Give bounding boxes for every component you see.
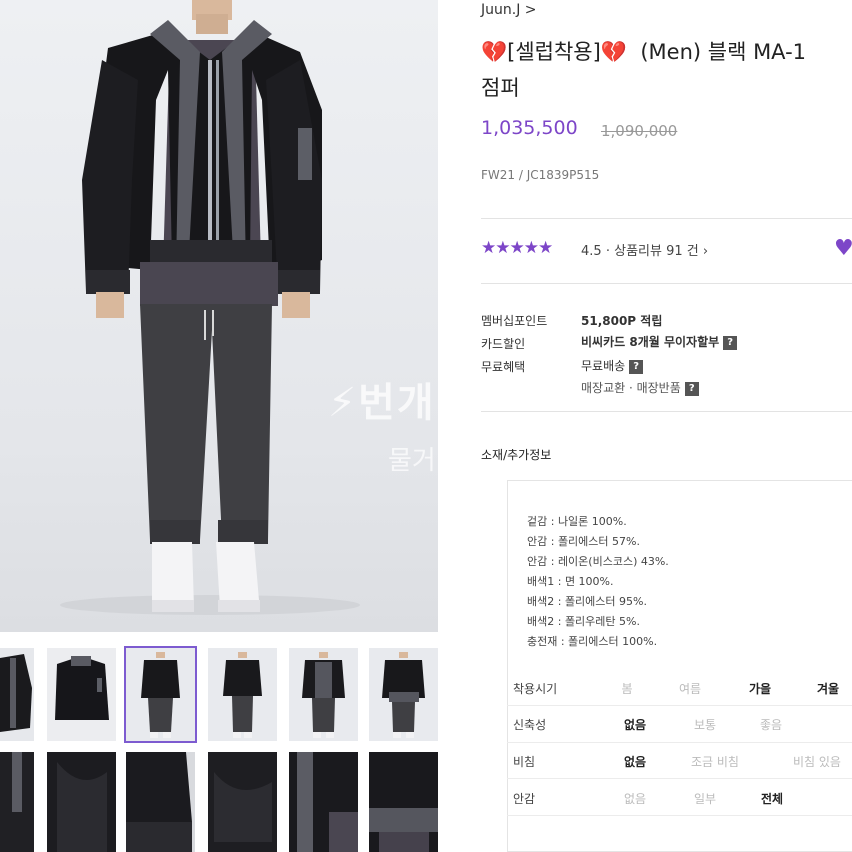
sheerness-option: 조금 비침 [691, 755, 739, 769]
membership-points-value: 51,800P 적립 [581, 314, 663, 328]
thumbnail-10[interactable] [208, 752, 277, 852]
thumbnail-image [208, 752, 277, 852]
review-count: 91 건 › [666, 244, 709, 259]
sale-price: 1,035,500 [481, 117, 578, 139]
lining-option: 없음 [623, 792, 647, 806]
sheerness-label: 비침 [513, 755, 536, 769]
sheerness-option: 비침 있음 [793, 755, 841, 769]
thumbnail-11[interactable] [289, 752, 358, 852]
card-discount-text: 비씨카드 8개월 무이자할부 [581, 335, 720, 349]
title-text: (Men) 블랙 MA-1 [640, 40, 807, 64]
thumbnail-image [369, 752, 438, 852]
thumbnail-image [289, 648, 358, 741]
review-label: 상품리뷰 [614, 244, 662, 259]
broken-heart-icon: 💔 [481, 40, 508, 64]
help-icon[interactable]: ? [723, 335, 738, 350]
divider [507, 742, 852, 743]
thumbnail-image [126, 648, 195, 741]
thumbnail-9[interactable] [126, 752, 195, 852]
thumbnail-3-selected[interactable] [124, 646, 197, 743]
season-option-selected: 가을 [748, 682, 772, 696]
lining-option: 일부 [693, 792, 717, 806]
product-info-panel: Juun.J > 💔[셀럽착용]💔 (Men) 블랙 MA-1 점퍼 1,035… [462, 0, 852, 852]
stretch-label: 신축성 [513, 718, 547, 732]
product-code: FW21 / JC1839P515 [481, 168, 600, 182]
thumbnail-12[interactable] [369, 752, 438, 852]
broken-heart-icon: 💔 [600, 40, 627, 64]
sheerness-option-selected: 없음 [623, 755, 647, 769]
free-benefit-label: 무료혜택 [481, 360, 526, 374]
divider [507, 705, 852, 706]
material-line: 배색1 : 면 100%. [527, 575, 614, 588]
material-line: 배색2 : 폴리우레탄 5%. [527, 615, 640, 628]
thumbnail-6[interactable] [369, 648, 438, 741]
divider [507, 778, 852, 779]
review-summary-link[interactable]: 4.5 · 상품리뷰 91 건 › [581, 240, 708, 259]
material-section-title: 소재/추가정보 [481, 448, 552, 462]
rating-stars-icon: ★★★★★ [481, 238, 553, 258]
stretch-option-selected: 없음 [623, 718, 647, 732]
seller-link[interactable]: Juun.J > [481, 2, 537, 18]
material-line: 겉감 : 나일론 100%. [527, 515, 627, 528]
divider [481, 218, 852, 219]
stretch-option: 보통 [693, 718, 717, 732]
material-line: 안감 : 폴리에스터 57%. [527, 535, 640, 548]
product-title-line2: 점퍼 [481, 76, 520, 100]
thumbnail-image [0, 752, 34, 852]
thumbnail-image [289, 752, 358, 852]
store-exchange-value: 매장교환 · 매장반품? [581, 379, 699, 396]
original-price: 1,090,000 [601, 122, 678, 140]
card-discount-label: 카드할인 [481, 337, 526, 351]
help-icon[interactable]: ? [684, 381, 699, 396]
season-option: 봄 [621, 682, 633, 696]
material-line: 배색2 : 폴리에스터 95%. [527, 595, 647, 608]
main-product-image: ⚡번개 물거 [0, 0, 438, 632]
thumbnail-image [126, 752, 195, 852]
thumbnail-5[interactable] [289, 648, 358, 741]
season-option-selected: 겨울 [816, 682, 840, 696]
rating-score: 4.5 [581, 244, 602, 259]
lining-option-selected: 전체 [760, 792, 784, 806]
thumbnail-image [47, 648, 116, 741]
thumbnail-image [47, 752, 116, 852]
separator: · [605, 244, 610, 259]
thumbnail-image [369, 648, 438, 741]
wishlist-heart-icon[interactable]: ♥ [834, 236, 852, 261]
free-shipping-value: 무료배송? [581, 357, 644, 374]
store-exchange-text: 매장교환 · 매장반품 [581, 381, 681, 395]
model-figure [60, 0, 360, 615]
wear-season-label: 착용시기 [513, 682, 558, 696]
watermark-text: 물거 [388, 446, 436, 476]
divider [481, 283, 852, 284]
lining-label: 안감 [513, 792, 536, 806]
card-discount-value: 비씨카드 8개월 무이자할부? [581, 333, 738, 350]
help-icon[interactable]: ? [629, 359, 644, 374]
thumbnail-image [208, 648, 277, 741]
watermark-logo: ⚡번개 [328, 380, 436, 426]
stretch-option: 좋음 [759, 718, 783, 732]
free-shipping-text: 무료배송 [581, 359, 626, 373]
material-line: 안감 : 레이온(비스코스) 43%. [527, 555, 669, 568]
title-tag: [셀럽착용] [507, 40, 601, 64]
thumbnail-image [0, 648, 34, 741]
season-option: 여름 [678, 682, 702, 696]
divider [481, 411, 852, 412]
thumbnail-7[interactable] [0, 752, 34, 852]
thumbnail-8[interactable] [47, 752, 116, 852]
divider [507, 815, 852, 816]
material-line: 충전재 : 폴리에스터 100%. [527, 635, 658, 648]
membership-points-label: 멤버십포인트 [481, 314, 548, 328]
product-title: 💔[셀럽착용]💔 (Men) 블랙 MA-1 [481, 36, 806, 66]
thumbnail-2[interactable] [47, 648, 116, 741]
thumbnail-4[interactable] [208, 648, 277, 741]
thumbnail-1[interactable] [0, 648, 34, 741]
